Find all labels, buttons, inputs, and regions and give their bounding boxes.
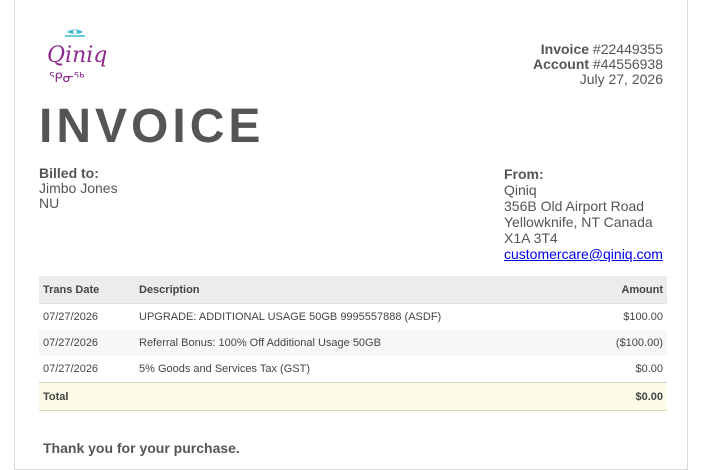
total-label: Total [39,382,135,411]
row-date: 07/27/2026 [43,311,99,323]
table-row: 07/27/2026 UPGRADE: ADDITIONAL USAGE 50G… [39,304,667,331]
billed-to-block: Billed to: Jimbo Jones NU [39,166,118,211]
total-amount: $0.00 [586,382,667,411]
row-description: UPGRADE: ADDITIONAL USAGE 50GB 999555788… [139,311,442,323]
total-row: Total $0.00 [39,382,667,411]
svg-text:ᕿᓂᖅ: ᕿᓂᖅ [49,71,85,86]
total-spacer [135,382,587,411]
row-amount: ($100.00) [586,330,667,356]
table-row: 07/27/2026 5% Goods and Services Tax (GS… [39,356,667,383]
from-company: Qiniq [504,182,537,198]
row-description: 5% Goods and Services Tax (GST) [139,363,310,375]
row-description: Referral Bonus: 100% Off Additional Usag… [135,330,587,356]
invoice-date: July 27, 2026 [579,71,663,87]
svg-text:Qiniq: Qiniq [47,43,107,68]
billed-to-region: NU [39,195,60,211]
invoice-number: #22449355 [592,41,663,57]
thank-you-message: Thank you for your purchase. [43,440,240,456]
from-address-line2: Yellowknife, NT Canada [504,214,653,230]
account-number-line: Account #44556938 [533,57,663,72]
support-email-link[interactable]: customercare@qiniq.com [504,246,663,262]
billed-to-label: Billed to: [39,165,99,181]
column-header-date: Trans Date [39,276,135,304]
from-postal-code: X1A 3T4 [504,230,558,246]
from-label: From: [504,166,544,182]
invoice-number-label: Invoice [540,41,590,57]
column-header-amount: Amount [586,276,667,304]
billed-to-name: Jimbo Jones [39,180,118,196]
row-date: 07/27/2026 [39,330,135,356]
from-block: From: Qiniq 356B Old Airport Road Yellow… [504,166,663,262]
qiniq-logo: Qiniq ᕿᓂᖅ [47,29,107,86]
row-amount: $0.00 [635,363,663,375]
column-header-description: Description [135,276,587,304]
invoice-title: INVOICE [39,100,265,153]
account-number-label: Account [533,56,590,72]
account-number: #44556938 [592,56,663,72]
table-row: 07/27/2026 Referral Bonus: 100% Off Addi… [39,330,667,356]
transactions-table: Trans Date Description Amount 07/27/2026… [39,276,667,411]
row-date: 07/27/2026 [43,363,99,375]
invoice-page: Qiniq ᕿᓂᖅ Invoice #22449355 Account #445… [14,0,688,470]
table-header-row: Trans Date Description Amount [39,276,667,304]
from-address-line1: 356B Old Airport Road [504,198,645,214]
row-amount: $100.00 [623,311,663,323]
invoice-number-line: Invoice #22449355 [533,42,663,57]
invoice-meta: Invoice #22449355 Account #44556938 July… [533,42,663,87]
